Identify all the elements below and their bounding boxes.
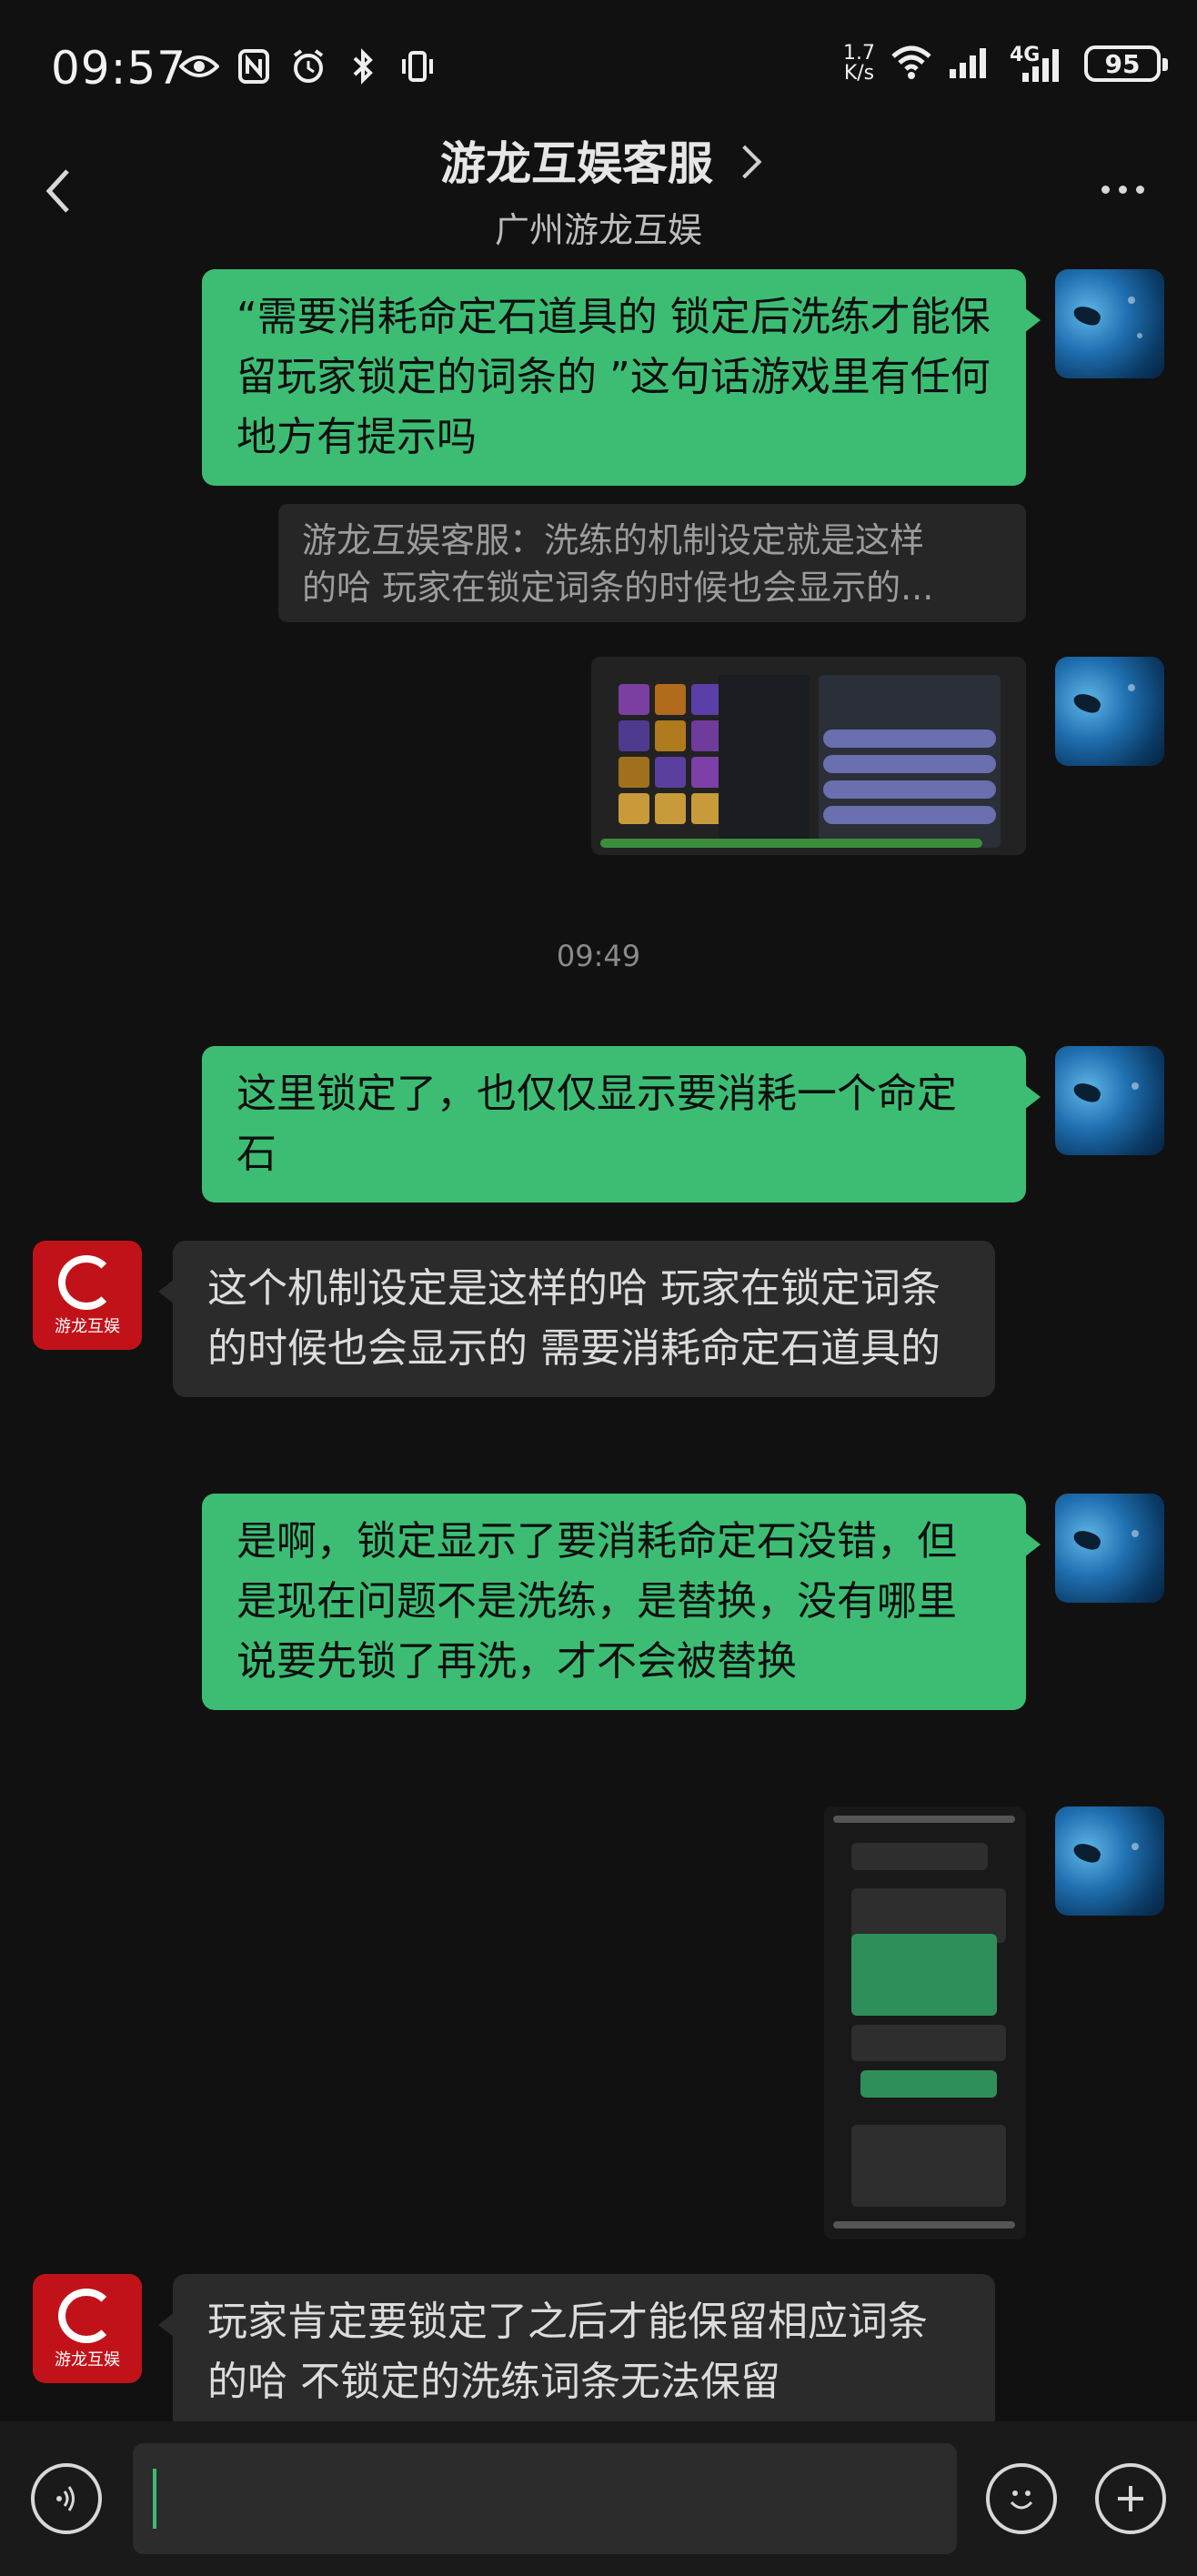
message-bubble-bot[interactable]: 玩家肯定要锁定了之后才能保留相应词条的哈 不锁定的洗练词条无法保留 [158,2274,995,2430]
voice-button[interactable] [31,2463,102,2534]
screenshot-line [833,2221,1015,2229]
screenshot-bubble [851,1843,988,1870]
add-button[interactable] [1095,2463,1166,2534]
user-avatar[interactable] [1055,269,1164,378]
bubble-dot [1132,1530,1139,1537]
alarm-icon [287,45,329,87]
battery-indicator: 95 [1084,45,1168,82]
status-icons-left [178,45,438,87]
dot-icon [1119,186,1127,194]
status-bar: 09:57 1.7 K/s 4G 95 [0,0,1197,136]
progress-bar [600,839,982,848]
screenshot-bubble [860,2070,997,2098]
attribute-row [823,755,996,773]
quoted-reply-line: 游龙互娱客服：洗练的机制设定就是这样 [302,520,925,560]
attribute-row [823,806,996,824]
bubble-dot [1128,297,1135,304]
signal-icon [948,44,995,84]
bot-avatar[interactable]: 游龙互娱 [33,2274,142,2383]
grid-cell [691,720,722,751]
dragon-logo-icon [58,1255,115,1310]
grid-cell [655,757,686,788]
screenshot-bubble [851,2025,1006,2061]
more-options-button[interactable] [1101,186,1144,194]
bubble-dot [1132,1843,1139,1850]
fish-shape [1071,1527,1103,1553]
grid-cell [619,757,649,788]
grid-cell [619,793,649,824]
bubble-dot [1132,1082,1139,1090]
vibrate-icon [397,45,438,87]
input-bar [0,2421,1197,2576]
nfc-icon [233,45,275,87]
message-bubble-bot[interactable]: 这个机制设定是这样的哈 玩家在锁定词条的时候也会显示的 需要消耗命定石道具的 [158,1241,995,1397]
bot-avatar[interactable]: 游龙互娱 [33,1241,142,1350]
bubble-dot [1128,684,1135,691]
user-avatar[interactable] [1055,657,1164,766]
emoji-button[interactable] [986,2463,1057,2534]
quoted-reply[interactable]: 游龙互娱客服：洗练的机制设定就是这样 的哈 玩家在锁定词条的时候也会显示的... [278,504,1026,622]
fish-shape [1071,1840,1103,1866]
bluetooth-icon [342,45,384,87]
grid-cell [691,793,722,824]
attribute-row [823,730,996,748]
dot-icon [1136,186,1144,194]
signal-4g-icon: 4G [1010,44,1070,84]
bot-avatar-label: 游龙互娱 [55,1317,120,1336]
grid-cell [691,684,722,715]
chat-subtitle: 广州游龙互娱 [494,210,702,250]
user-avatar[interactable] [1055,1046,1164,1155]
grid-cell [619,720,649,751]
attribute-rows [823,730,996,824]
fish-shape [1071,1080,1103,1105]
grid-cell [619,684,649,715]
network-speed: 1.7 K/s [843,42,875,85]
grid-cell [655,793,686,824]
grid-cell [691,757,722,788]
timestamp: 09:49 [556,939,641,973]
dot-icon [1101,186,1110,194]
chat-title-bar[interactable]: 游龙互娱客服 [0,127,1197,193]
game-panel [719,675,810,848]
message-bubble-me[interactable]: “需要消耗命定石道具的 锁定后洗练才能保留玩家锁定的词条的 ”这句话游戏里有任何… [202,269,1041,486]
emoji-icon [1010,2490,1033,2510]
message-bubble-me[interactable]: 是啊，锁定显示了要消耗命定石没错，但是现在问题不是洗练，是替换，没有哪里说要先锁… [202,1494,1041,1710]
clock: 09:57 [51,42,187,95]
wifi-icon [890,44,933,84]
plus-icon [1118,2486,1143,2511]
chat-title[interactable]: 游龙互娱客服 [440,127,713,193]
status-icons-right: 1.7 K/s 4G 95 [843,42,1168,85]
grid-cell [655,720,686,751]
user-avatar[interactable] [1055,1494,1164,1603]
dragon-logo-icon [58,2289,115,2343]
eye-icon [178,45,220,87]
image-message-chat-screenshot[interactable] [824,1806,1026,2239]
image-message-game-screenshot[interactable] [591,657,1026,855]
user-avatar[interactable] [1055,1806,1164,1916]
text-cursor [153,2469,156,2529]
bubble-dot [1137,333,1142,338]
fish-shape [1071,690,1103,716]
grid-cell [655,684,686,715]
screenshot-bubble [851,2125,1006,2207]
screenshot-line [833,1816,1015,1823]
chevron-right-icon [728,145,762,179]
message-bubble-me[interactable]: 这里锁定了，也仅仅显示要消耗一个命定石 [202,1046,1041,1202]
message-input[interactable] [133,2443,957,2554]
voice-icon [56,2486,75,2511]
quoted-reply-line: 的哈 玩家在锁定词条的时候也会显示的... [302,568,934,608]
bot-avatar-label: 游龙互娱 [55,2350,120,2370]
screenshot-bubble [851,1934,997,2016]
attribute-row [823,780,996,799]
fish-shape [1071,303,1103,328]
